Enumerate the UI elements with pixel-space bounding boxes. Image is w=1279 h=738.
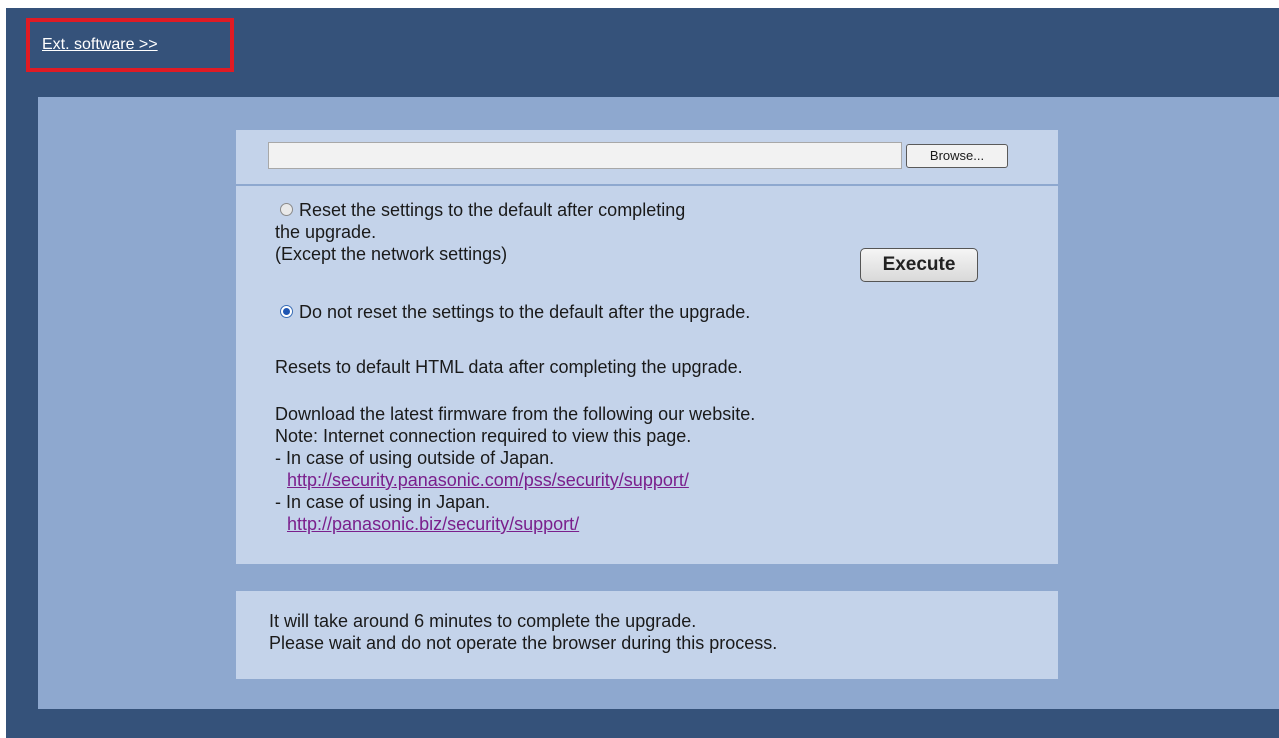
firmware-file-input[interactable] xyxy=(268,142,902,169)
reset-option-line3: (Except the network settings) xyxy=(275,244,508,264)
ext-software-link[interactable]: Ext. software >> xyxy=(42,36,158,54)
execute-button[interactable]: Execute xyxy=(860,248,978,282)
browse-button[interactable]: Browse... xyxy=(906,144,1008,168)
reset-radio[interactable] xyxy=(280,202,293,216)
notice-line1: It will take around 6 minutes to complet… xyxy=(269,611,697,631)
reset-html-note: Resets to default HTML data after comple… xyxy=(275,357,743,377)
reset-option-line1: Reset the settings to the default after … xyxy=(299,200,686,220)
in-japan-label: - In case of using in Japan. xyxy=(275,492,491,512)
notice-line2: Please wait and do not operate the brows… xyxy=(269,633,778,653)
in-japan-link[interactable]: http://panasonic.biz/security/support/ xyxy=(287,514,579,535)
outside-japan-label: - In case of using outside of Japan. xyxy=(275,448,555,468)
no-reset-radio[interactable] xyxy=(280,304,293,318)
download-note: Note: Internet connection required to vi… xyxy=(275,426,692,446)
outside-japan-link[interactable]: http://security.panasonic.com/pss/securi… xyxy=(287,470,689,491)
notice-box: It will take around 6 minutes to complet… xyxy=(236,591,1058,679)
no-reset-option-label: Do not reset the settings to the default… xyxy=(299,302,751,322)
download-line1: Download the latest firmware from the fo… xyxy=(275,404,756,424)
reset-option: Reset the settings to the default after … xyxy=(280,200,685,221)
upgrade-box: Browse... Reset the settings to the defa… xyxy=(236,130,1058,564)
reset-option-line2: the upgrade. xyxy=(275,222,377,242)
file-select-row: Browse... xyxy=(236,130,1058,186)
no-reset-option: Do not reset the settings to the default… xyxy=(280,302,750,323)
